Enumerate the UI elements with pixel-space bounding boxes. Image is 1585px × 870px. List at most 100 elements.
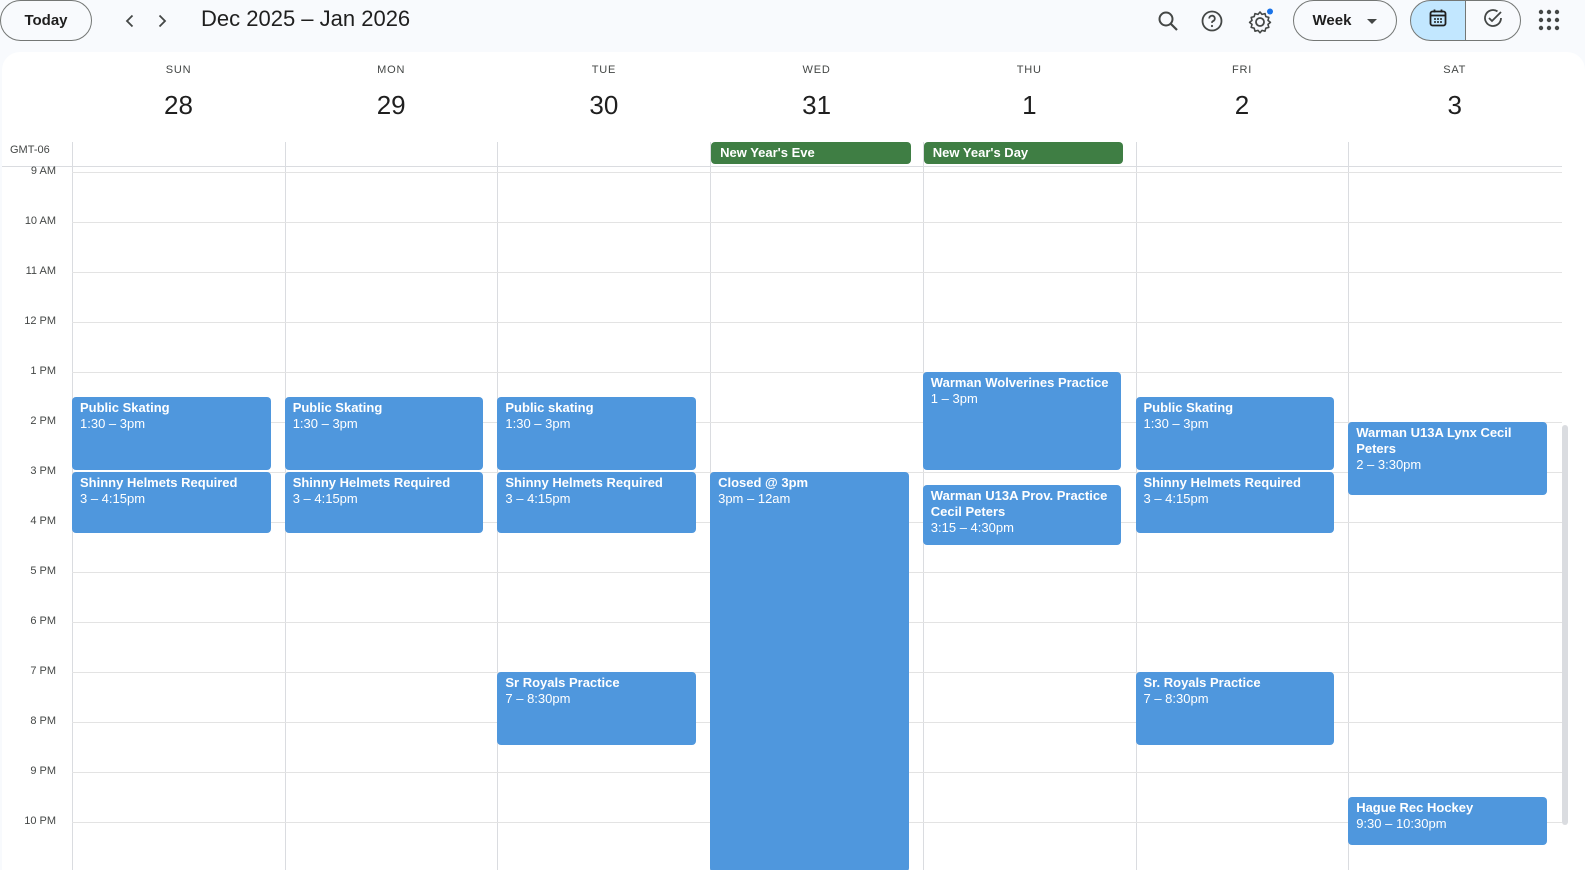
- event-time: 2 – 3:30pm: [1356, 457, 1422, 472]
- day-name: TUE: [591, 64, 617, 76]
- day-header-wed[interactable]: WED 31: [710, 52, 923, 132]
- chevron-right-icon[interactable]: [147, 6, 177, 36]
- hour-label: 1 PM: [30, 365, 56, 377]
- event-title: Warman U13A Prov. Practice Cecil Peters: [930, 487, 1108, 519]
- timezone-label: GMT-06: [10, 144, 50, 156]
- tasks-view-toggle[interactable]: [1465, 0, 1521, 41]
- event-time: 7 – 8:30pm: [505, 691, 571, 706]
- calendar-event[interactable]: Shinny Helmets Required 3 – 4:15pm: [72, 472, 271, 533]
- all-day-event[interactable]: New Year's Eve: [711, 142, 911, 164]
- hour-label: 2 PM: [30, 415, 56, 427]
- column-divider: [1348, 142, 1350, 870]
- event-time: 1:30 – 3pm: [505, 416, 571, 431]
- week-grid: GMT-06 SUN 28 MON 29 TUE 30 WED 31 THU 1 FRI 2 SAT 3 9…: [2, 52, 1585, 870]
- all-day-divider: [2, 166, 1562, 167]
- hour-label: 10 AM: [24, 215, 56, 227]
- day-header-sat[interactable]: SAT 3: [1348, 52, 1561, 132]
- hour-gridline: [72, 222, 1562, 223]
- hour-label: 6 PM: [30, 615, 56, 627]
- hour-label: 4 PM: [30, 515, 56, 527]
- view-selector-label: Week: [1312, 12, 1352, 29]
- check-circle-icon: [1482, 7, 1504, 34]
- caret-down-icon: [1367, 12, 1378, 29]
- day-name: SUN: [165, 64, 192, 76]
- calendar-event[interactable]: Shinny Helmets Required 3 – 4:15pm: [1135, 472, 1335, 533]
- calendar-event[interactable]: Warman U13A Prov. Practice Cecil Peters 3…: [922, 484, 1122, 545]
- day-number[interactable]: 2: [1136, 90, 1349, 121]
- day-name: THU: [1016, 64, 1042, 76]
- hour-label: 9 AM: [30, 165, 56, 177]
- hour-label: 9 PM: [30, 765, 56, 777]
- event-title: Public Skating: [1143, 400, 1234, 415]
- day-header-sun[interactable]: SUN 28: [72, 52, 285, 132]
- calendar-view-toggle[interactable]: [1410, 0, 1466, 41]
- event-time: 3 – 4:15pm: [505, 491, 571, 506]
- calendar-event[interactable]: Public Skating 1:30 – 3pm: [284, 397, 484, 470]
- day-header-tue[interactable]: TUE 30: [497, 52, 710, 132]
- calendar-event[interactable]: Sr Royals Practice 7 – 8:30pm: [497, 672, 697, 745]
- top-bar: Today Dec 2025 – Jan 2026 Week: [0, 0, 1585, 52]
- event-time: 7 – 8:30pm: [1143, 691, 1209, 706]
- event-time: 3pm – 12am: [718, 491, 791, 506]
- chevron-left-icon[interactable]: [115, 6, 145, 36]
- hour-label: 5 PM: [30, 565, 56, 577]
- event-title: Sr. Royals Practice: [1143, 675, 1261, 690]
- event-title: Warman U13A Lynx Cecil Peters: [1356, 425, 1512, 456]
- day-number[interactable]: 31: [710, 90, 923, 121]
- date-range-title: Dec 2025 – Jan 2026: [201, 6, 411, 31]
- day-header-thu[interactable]: THU 1: [923, 52, 1136, 132]
- today-button[interactable]: Today: [0, 0, 92, 41]
- event-time: 1:30 – 3pm: [292, 416, 358, 431]
- calendar-icon: [1428, 8, 1448, 33]
- apps-grid-icon[interactable]: [1538, 9, 1560, 31]
- event-time: 1:30 – 3pm: [80, 416, 146, 431]
- event-time: 1 – 3pm: [930, 391, 978, 406]
- hour-gridline: [72, 322, 1562, 323]
- hour-gridline: [72, 372, 1562, 373]
- day-name: MON: [377, 64, 406, 76]
- hour-label: 12 PM: [24, 315, 56, 327]
- event-time: 1:30 – 3pm: [1143, 416, 1209, 431]
- event-time: 3 – 4:15pm: [292, 491, 358, 506]
- event-time: 9:30 – 10:30pm: [1356, 816, 1447, 831]
- view-selector-button[interactable]: Week: [1293, 0, 1397, 41]
- event-title: Shinny Helmets Required: [292, 475, 451, 490]
- calendar-event[interactable]: Shinny Helmets Required 3 – 4:15pm: [284, 472, 484, 533]
- vertical-scrollbar[interactable]: [1562, 425, 1568, 825]
- day-number[interactable]: 29: [285, 90, 498, 121]
- event-title: Public Skating: [80, 400, 170, 415]
- all-day-event[interactable]: New Year's Day: [923, 142, 1124, 164]
- hour-label: 10 PM: [24, 815, 56, 827]
- hour-gridline: [72, 172, 1562, 173]
- event-title: Shinny Helmets Required: [505, 475, 663, 490]
- event-title: Sr Royals Practice: [505, 675, 620, 690]
- event-title: Public skating: [505, 400, 594, 415]
- calendar-event[interactable]: Public Skating 1:30 – 3pm: [1135, 397, 1335, 470]
- day-number[interactable]: 3: [1348, 90, 1561, 121]
- event-title: Warman Wolverines Practice: [930, 375, 1109, 390]
- event-time: 3 – 4:15pm: [80, 491, 146, 506]
- event-title: Public Skating: [292, 400, 383, 415]
- calendar-event[interactable]: Sr. Royals Practice 7 – 8:30pm: [1135, 672, 1335, 745]
- day-name: FRI: [1231, 64, 1253, 76]
- day-name: SAT: [1443, 64, 1467, 76]
- calendar-event[interactable]: Public skating 1:30 – 3pm: [497, 397, 697, 470]
- calendar-event[interactable]: Warman U13A Lynx Cecil Peters 2 – 3:30pm: [1348, 422, 1547, 495]
- calendar-event[interactable]: Shinny Helmets Required 3 – 4:15pm: [497, 472, 697, 533]
- search-icon[interactable]: [1153, 6, 1183, 36]
- calendar-event[interactable]: Closed @ 3pm 3pm – 12am: [710, 472, 909, 870]
- day-number[interactable]: 28: [72, 90, 285, 121]
- event-time: 3:15 – 4:30pm: [930, 519, 1014, 535]
- event-title: Hague Rec Hockey: [1356, 800, 1474, 815]
- help-icon[interactable]: [1197, 6, 1227, 36]
- day-number[interactable]: 1: [923, 90, 1136, 121]
- event-title: Closed @ 3pm: [718, 475, 809, 490]
- calendar-event[interactable]: Hague Rec Hockey 9:30 – 10:30pm: [1348, 797, 1547, 845]
- calendar-event[interactable]: Warman Wolverines Practice 1 – 3pm: [922, 372, 1122, 470]
- hour-gridline: [72, 272, 1562, 273]
- day-number[interactable]: 30: [497, 90, 710, 121]
- calendar-event[interactable]: Public Skating 1:30 – 3pm: [72, 397, 271, 470]
- gear-icon[interactable]: [1245, 6, 1275, 36]
- day-header-fri[interactable]: FRI 2: [1136, 52, 1349, 132]
- day-header-mon[interactable]: MON 29: [285, 52, 498, 132]
